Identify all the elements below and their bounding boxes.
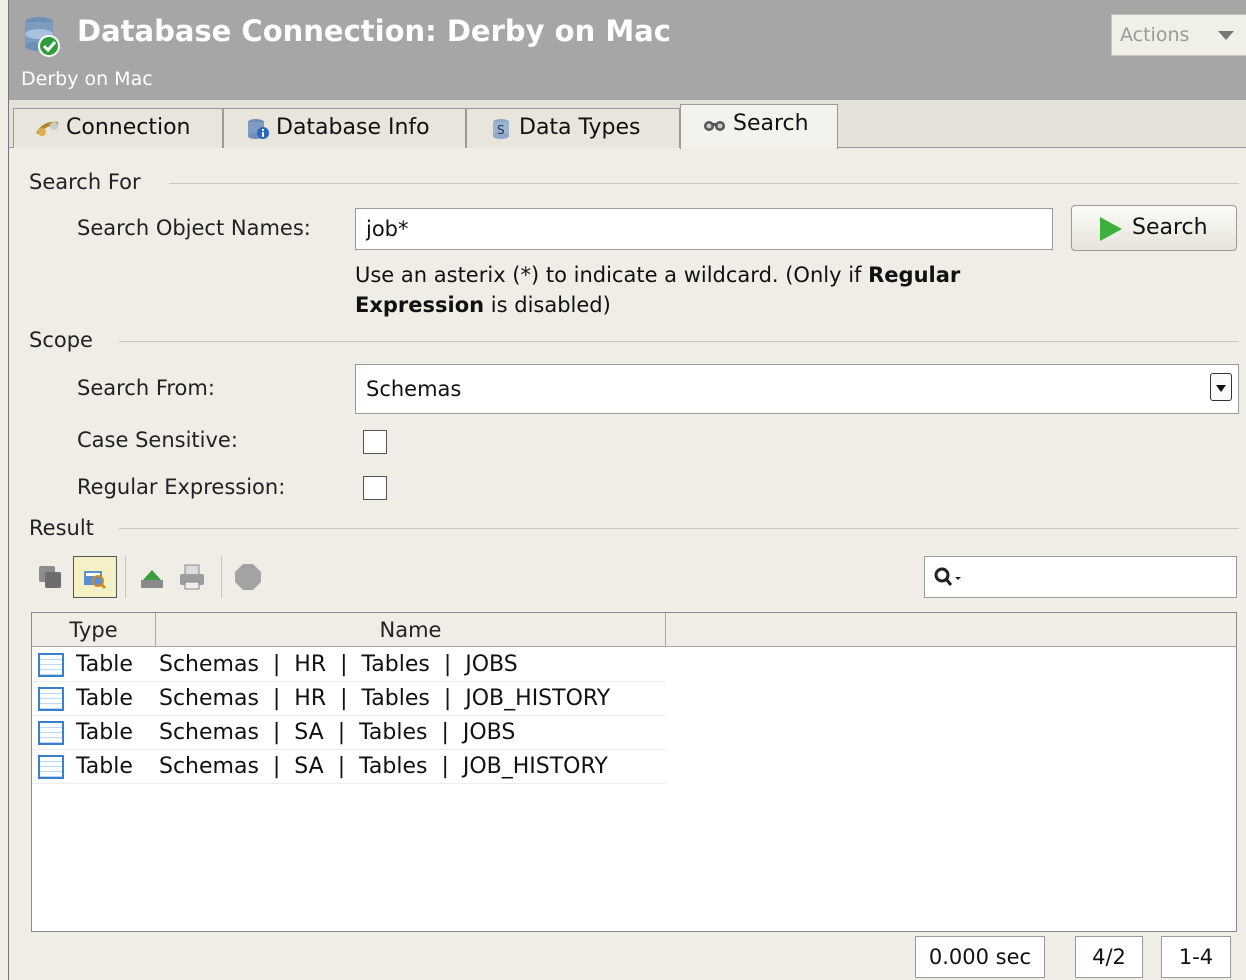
table-header: Type Name <box>32 613 1236 647</box>
table-icon <box>38 755 64 779</box>
column-header-type[interactable]: Type <box>32 613 156 647</box>
divider <box>119 341 1239 342</box>
connection-subtitle: Derby on Mac <box>21 68 153 90</box>
case-sensitive-checkbox[interactable] <box>363 430 387 454</box>
tab-connection[interactable]: Connection <box>13 108 223 148</box>
result-filter-input[interactable] <box>924 556 1237 598</box>
data-types-icon: S <box>493 119 509 139</box>
tab-label: Database Info <box>276 115 430 140</box>
wildcard-hint: Use an asterix (*) to indicate a wildcar… <box>355 260 1055 320</box>
page-title: Database Connection: Derby on Mac <box>77 14 671 48</box>
hint-text-suffix: is disabled) <box>484 293 611 317</box>
table-row[interactable]: Table Schemas | HR | Tables | JOBS <box>32 648 666 682</box>
search-from-label: Search From: <box>77 376 215 400</box>
search-for-heading: Search For <box>29 170 141 194</box>
cell-type: Table <box>76 754 133 779</box>
export-icon[interactable] <box>137 562 167 592</box>
actions-menu-button[interactable]: Actions <box>1111 14 1246 56</box>
status-elapsed-time: 0.000 sec <box>915 936 1045 978</box>
header-bar: Database Connection: Derby on Mac Derby … <box>9 0 1246 100</box>
actions-label: Actions <box>1120 24 1190 46</box>
case-sensitive-label: Case Sensitive: <box>77 428 238 452</box>
hint-bold-expression: Expression <box>355 293 485 317</box>
cell-type: Table <box>76 652 133 677</box>
database-connected-icon <box>25 17 60 57</box>
cell-type: Table <box>76 720 133 745</box>
result-heading: Result <box>29 516 94 540</box>
search-from-value: Schemas <box>366 377 462 401</box>
column-header-name[interactable]: Name <box>156 613 666 647</box>
regular-expression-label: Regular Expression: <box>77 475 286 499</box>
table-row[interactable]: Table Schemas | SA | Tables | JOBS <box>32 716 666 750</box>
chevron-down-icon <box>1218 31 1234 40</box>
svg-text:S: S <box>497 123 505 137</box>
tab-bar: Connection Database Info S Data Types Se… <box>9 100 1246 149</box>
table-row[interactable]: Table Schemas | HR | Tables | JOB_HISTOR… <box>32 682 666 716</box>
database-info-icon <box>248 119 269 139</box>
divider <box>119 528 1239 529</box>
table-icon <box>38 653 64 677</box>
tab-label: Data Types <box>519 115 641 140</box>
status-range: 1-4 <box>1161 936 1231 978</box>
table-row[interactable]: Table Schemas | SA | Tables | JOB_HISTOR… <box>32 750 666 784</box>
tab-data-types[interactable]: S Data Types <box>466 108 680 148</box>
search-button-label: Search <box>1132 215 1208 240</box>
scope-heading: Scope <box>29 328 93 352</box>
toggle-detail-view-button[interactable] <box>73 556 117 598</box>
hint-bold-regular: Regular <box>868 263 961 287</box>
status-count: 4/2 <box>1075 936 1143 978</box>
stop-icon[interactable] <box>233 562 263 592</box>
tab-label: Connection <box>66 115 191 140</box>
search-object-names-label: Search Object Names: <box>77 216 311 240</box>
hint-text: Use an asterix (*) to indicate a wildcar… <box>355 263 869 287</box>
connection-plug-icon <box>36 121 59 136</box>
cell-name: Schemas | HR | Tables | JOBS <box>159 652 518 677</box>
cell-name: Schemas | HR | Tables | JOB_HISTORY <box>159 686 611 711</box>
binoculars-icon <box>704 121 725 131</box>
search-table-icon <box>84 571 107 590</box>
regular-expression-checkbox[interactable] <box>363 476 387 500</box>
play-icon <box>1100 217 1122 241</box>
toolbar-separator <box>221 556 222 598</box>
chevron-down-icon[interactable] <box>1210 373 1232 401</box>
search-from-select[interactable]: Schemas <box>355 364 1239 414</box>
result-table: Type Name Table Schemas | HR | Tables | … <box>31 612 1237 932</box>
table-icon <box>38 687 64 711</box>
toolbar-separator <box>125 556 126 598</box>
search-panel: Database Connection: Derby on Mac Derby … <box>8 0 1246 980</box>
layers-icon[interactable] <box>35 562 65 592</box>
search-object-names-input[interactable] <box>355 208 1053 250</box>
cell-type: Table <box>76 686 133 711</box>
cell-name: Schemas | SA | Tables | JOBS <box>159 720 516 745</box>
print-icon[interactable] <box>177 562 207 592</box>
cell-name: Schemas | SA | Tables | JOB_HISTORY <box>159 754 608 779</box>
tab-label: Search <box>733 111 809 136</box>
search-button[interactable]: Search <box>1071 205 1237 251</box>
search-icon <box>934 567 961 586</box>
tab-search[interactable]: Search <box>680 104 838 149</box>
tab-database-info[interactable]: Database Info <box>223 108 466 148</box>
table-icon <box>38 721 64 745</box>
divider <box>169 183 1239 184</box>
